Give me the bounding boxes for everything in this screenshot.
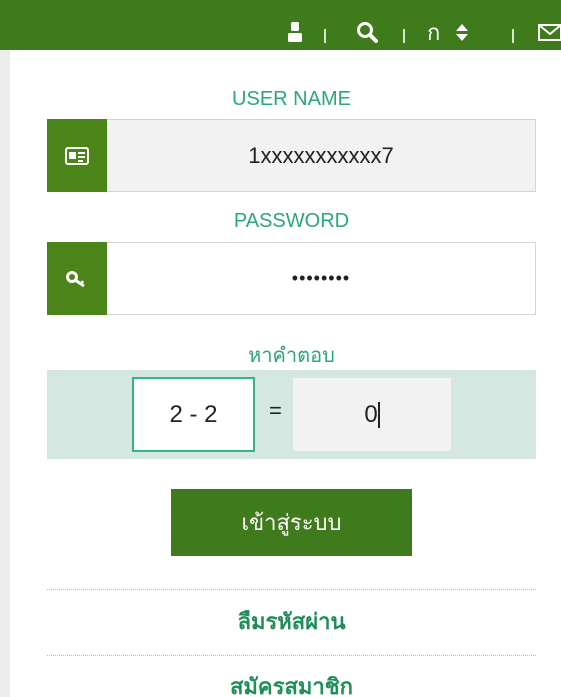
font-size-icon[interactable]	[455, 20, 469, 50]
mail-icon[interactable]	[538, 20, 561, 50]
password-field: ••••••••	[47, 242, 536, 315]
left-strip	[0, 0, 10, 697]
forgot-password-link[interactable]: ลืมรหัสผ่าน	[47, 604, 536, 639]
username-input[interactable]: 1xxxxxxxxxxx7	[107, 119, 536, 192]
username-field: 1xxxxxxxxxxx7	[47, 119, 536, 192]
topbar-divider	[324, 29, 326, 43]
captcha-answer-value: 0	[364, 400, 378, 428]
text-cursor	[377, 401, 380, 428]
id-card-icon	[47, 119, 107, 192]
key-icon	[47, 242, 107, 315]
user-icon[interactable]	[285, 20, 305, 50]
captcha-question: 2 - 2	[132, 377, 255, 452]
topbar-divider	[512, 29, 514, 43]
captcha-row: 2 - 2 = 0	[47, 370, 536, 459]
font-size-button[interactable]: ก	[427, 20, 440, 46]
captcha-equals: =	[269, 398, 282, 423]
login-button[interactable]: เข้าสู่ระบบ	[171, 489, 412, 556]
password-input[interactable]: ••••••••	[107, 242, 536, 315]
divider	[47, 655, 536, 656]
captcha-label: หาคำตอบ	[248, 345, 335, 367]
top-bar: ก	[0, 0, 561, 50]
font-size-label: ก	[427, 20, 441, 45]
username-label: USER NAME	[232, 88, 351, 110]
password-label: PASSWORD	[233, 210, 350, 232]
register-link[interactable]: สมัครสมาชิก	[47, 669, 536, 697]
captcha-answer-input[interactable]: 0	[293, 378, 451, 451]
divider	[47, 589, 536, 590]
search-icon[interactable]	[356, 20, 378, 50]
login-page: ก USER NAME 1xxxxxxxxxxx7 PASSWORD •••••…	[0, 0, 561, 697]
topbar-divider	[403, 29, 405, 43]
